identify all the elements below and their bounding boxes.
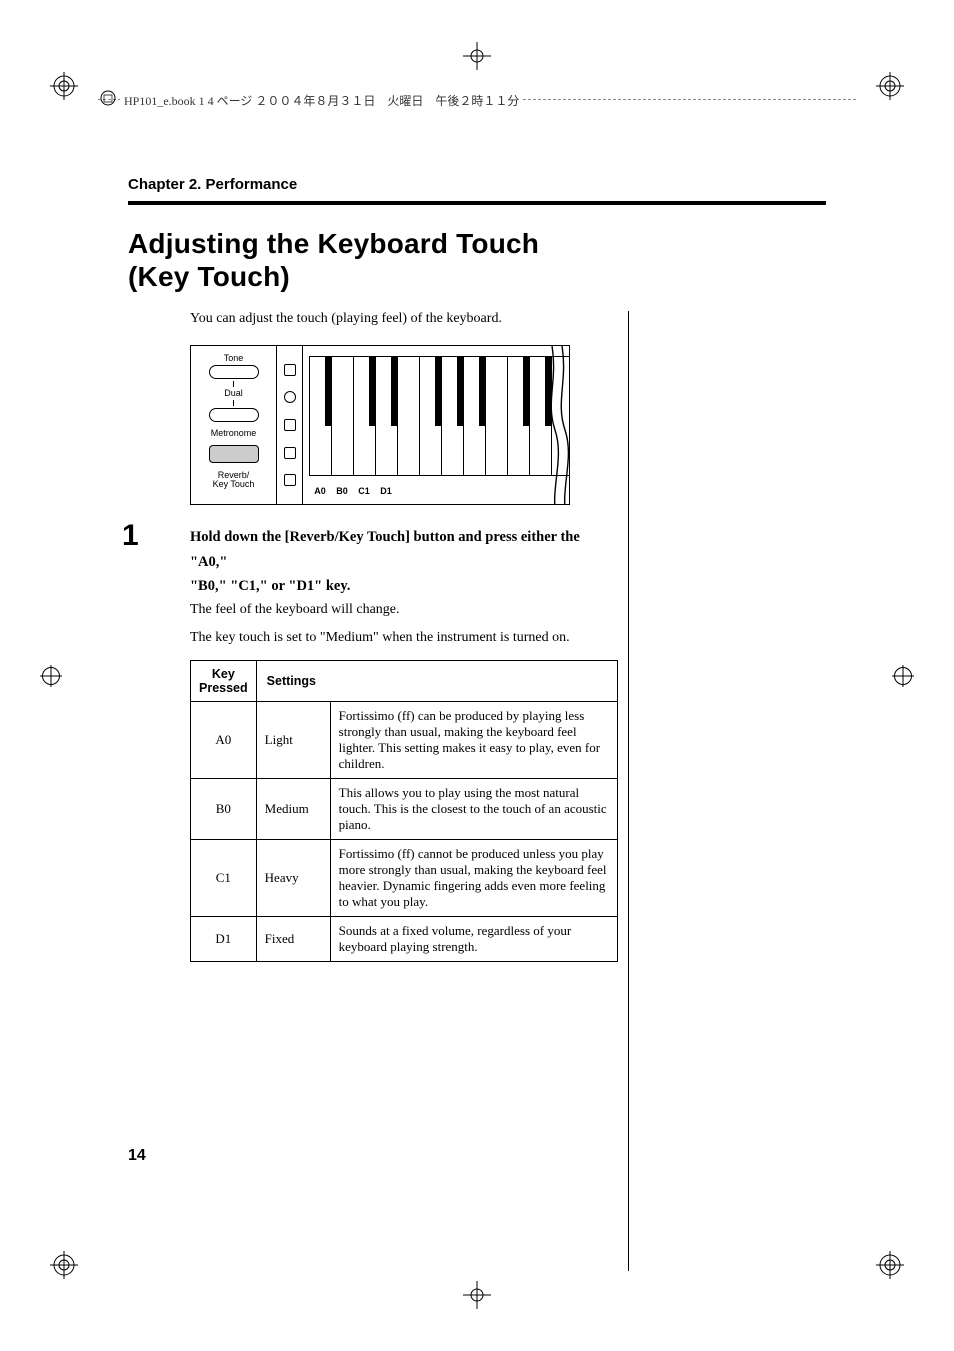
tone-button-icon: [209, 365, 259, 379]
cell-setting: Heavy: [256, 840, 330, 917]
cell-description: Fortissimo (ff) cannot be produced unles…: [330, 840, 617, 917]
panel-icon: [284, 447, 296, 459]
metronome-button-icon: [209, 445, 259, 463]
table-header-row: Key Pressed Settings: [191, 661, 618, 702]
cell-setting: Fixed: [256, 917, 330, 962]
keyboard-icon: A0B0C1D1: [303, 346, 569, 504]
body-text: The key touch is set to "Medium" when th…: [190, 627, 618, 649]
intro-text: You can adjust the touch (playing feel) …: [190, 311, 618, 327]
section-title: Adjusting the Keyboard Touch (Key Touch): [128, 227, 826, 293]
keyboard-diagram: Tone Dual Metronome Reverb/ Key Touch: [190, 345, 570, 505]
body-text: The feel of the keyboard will change.: [190, 599, 618, 621]
page-content: Chapter 2. Performance Adjusting the Key…: [128, 176, 826, 1175]
registration-mark-icon: [894, 667, 912, 685]
white-key-icon: [485, 356, 507, 476]
button-label: Metronome: [211, 429, 257, 438]
document-header-text: HP101_e.book 1 4 ページ ２００４年８月３１日 火曜日 午後２時…: [120, 92, 523, 109]
book-icon: [100, 90, 116, 106]
cell-key: B0: [191, 779, 257, 840]
col-header-settings: Settings: [256, 661, 617, 702]
diagram-panel-icons: [277, 346, 303, 504]
step-number: 1: [122, 519, 139, 553]
cell-description: This allows you to play using the most n…: [330, 779, 617, 840]
table-row: C1HeavyFortissimo (ff) cannot be produce…: [191, 840, 618, 917]
chapter-title: Chapter 2. Performance: [128, 176, 826, 199]
key-label: D1: [375, 486, 397, 496]
panel-icon: [284, 391, 296, 403]
section-title-line: Adjusting the Keyboard Touch: [128, 228, 539, 259]
button-label: Reverb/ Key Touch: [213, 471, 255, 489]
cell-key: A0: [191, 702, 257, 779]
dual-button-icon: [209, 408, 259, 422]
section-rule: [128, 201, 826, 205]
panel-icon: [284, 364, 296, 376]
panel-icon: [284, 474, 296, 486]
panel-icon: [284, 419, 296, 431]
table-row: D1FixedSounds at a fixed volume, regardl…: [191, 917, 618, 962]
crop-mark-icon: [876, 1251, 904, 1279]
button-label: Tone: [224, 354, 244, 363]
crop-mark-icon: [463, 42, 491, 70]
step-instruction: Hold down the [Reverb/Key Touch] button …: [190, 525, 618, 599]
crop-mark-icon: [50, 72, 78, 100]
cell-key: C1: [191, 840, 257, 917]
settings-table: Key Pressed Settings A0LightFortissimo (…: [190, 660, 618, 962]
margin-column: [628, 311, 826, 1271]
diagram-buttons: Tone Dual Metronome Reverb/ Key Touch: [191, 346, 277, 504]
cell-description: Sounds at a fixed volume, regardless of …: [330, 917, 617, 962]
registration-mark-icon: [42, 667, 60, 685]
button-label: Dual: [224, 389, 243, 398]
page-number: 14: [128, 1147, 146, 1165]
table-row: A0LightFortissimo (ff) can be produced b…: [191, 702, 618, 779]
crop-mark-icon: [50, 1251, 78, 1279]
crop-mark-icon: [876, 72, 904, 100]
crop-mark-icon: [463, 1281, 491, 1309]
key-label: A0: [309, 486, 331, 496]
cell-setting: Medium: [256, 779, 330, 840]
table-row: B0MediumThis allows you to play using th…: [191, 779, 618, 840]
section-title-line: (Key Touch): [128, 261, 290, 292]
cell-key: D1: [191, 917, 257, 962]
white-key-icon: [331, 356, 353, 476]
cell-setting: Light: [256, 702, 330, 779]
key-label: C1: [353, 486, 375, 496]
key-label: B0: [331, 486, 353, 496]
col-header-key: Key Pressed: [191, 661, 257, 702]
white-key-icon: [397, 356, 419, 476]
cell-description: Fortissimo (ff) can be produced by playi…: [330, 702, 617, 779]
